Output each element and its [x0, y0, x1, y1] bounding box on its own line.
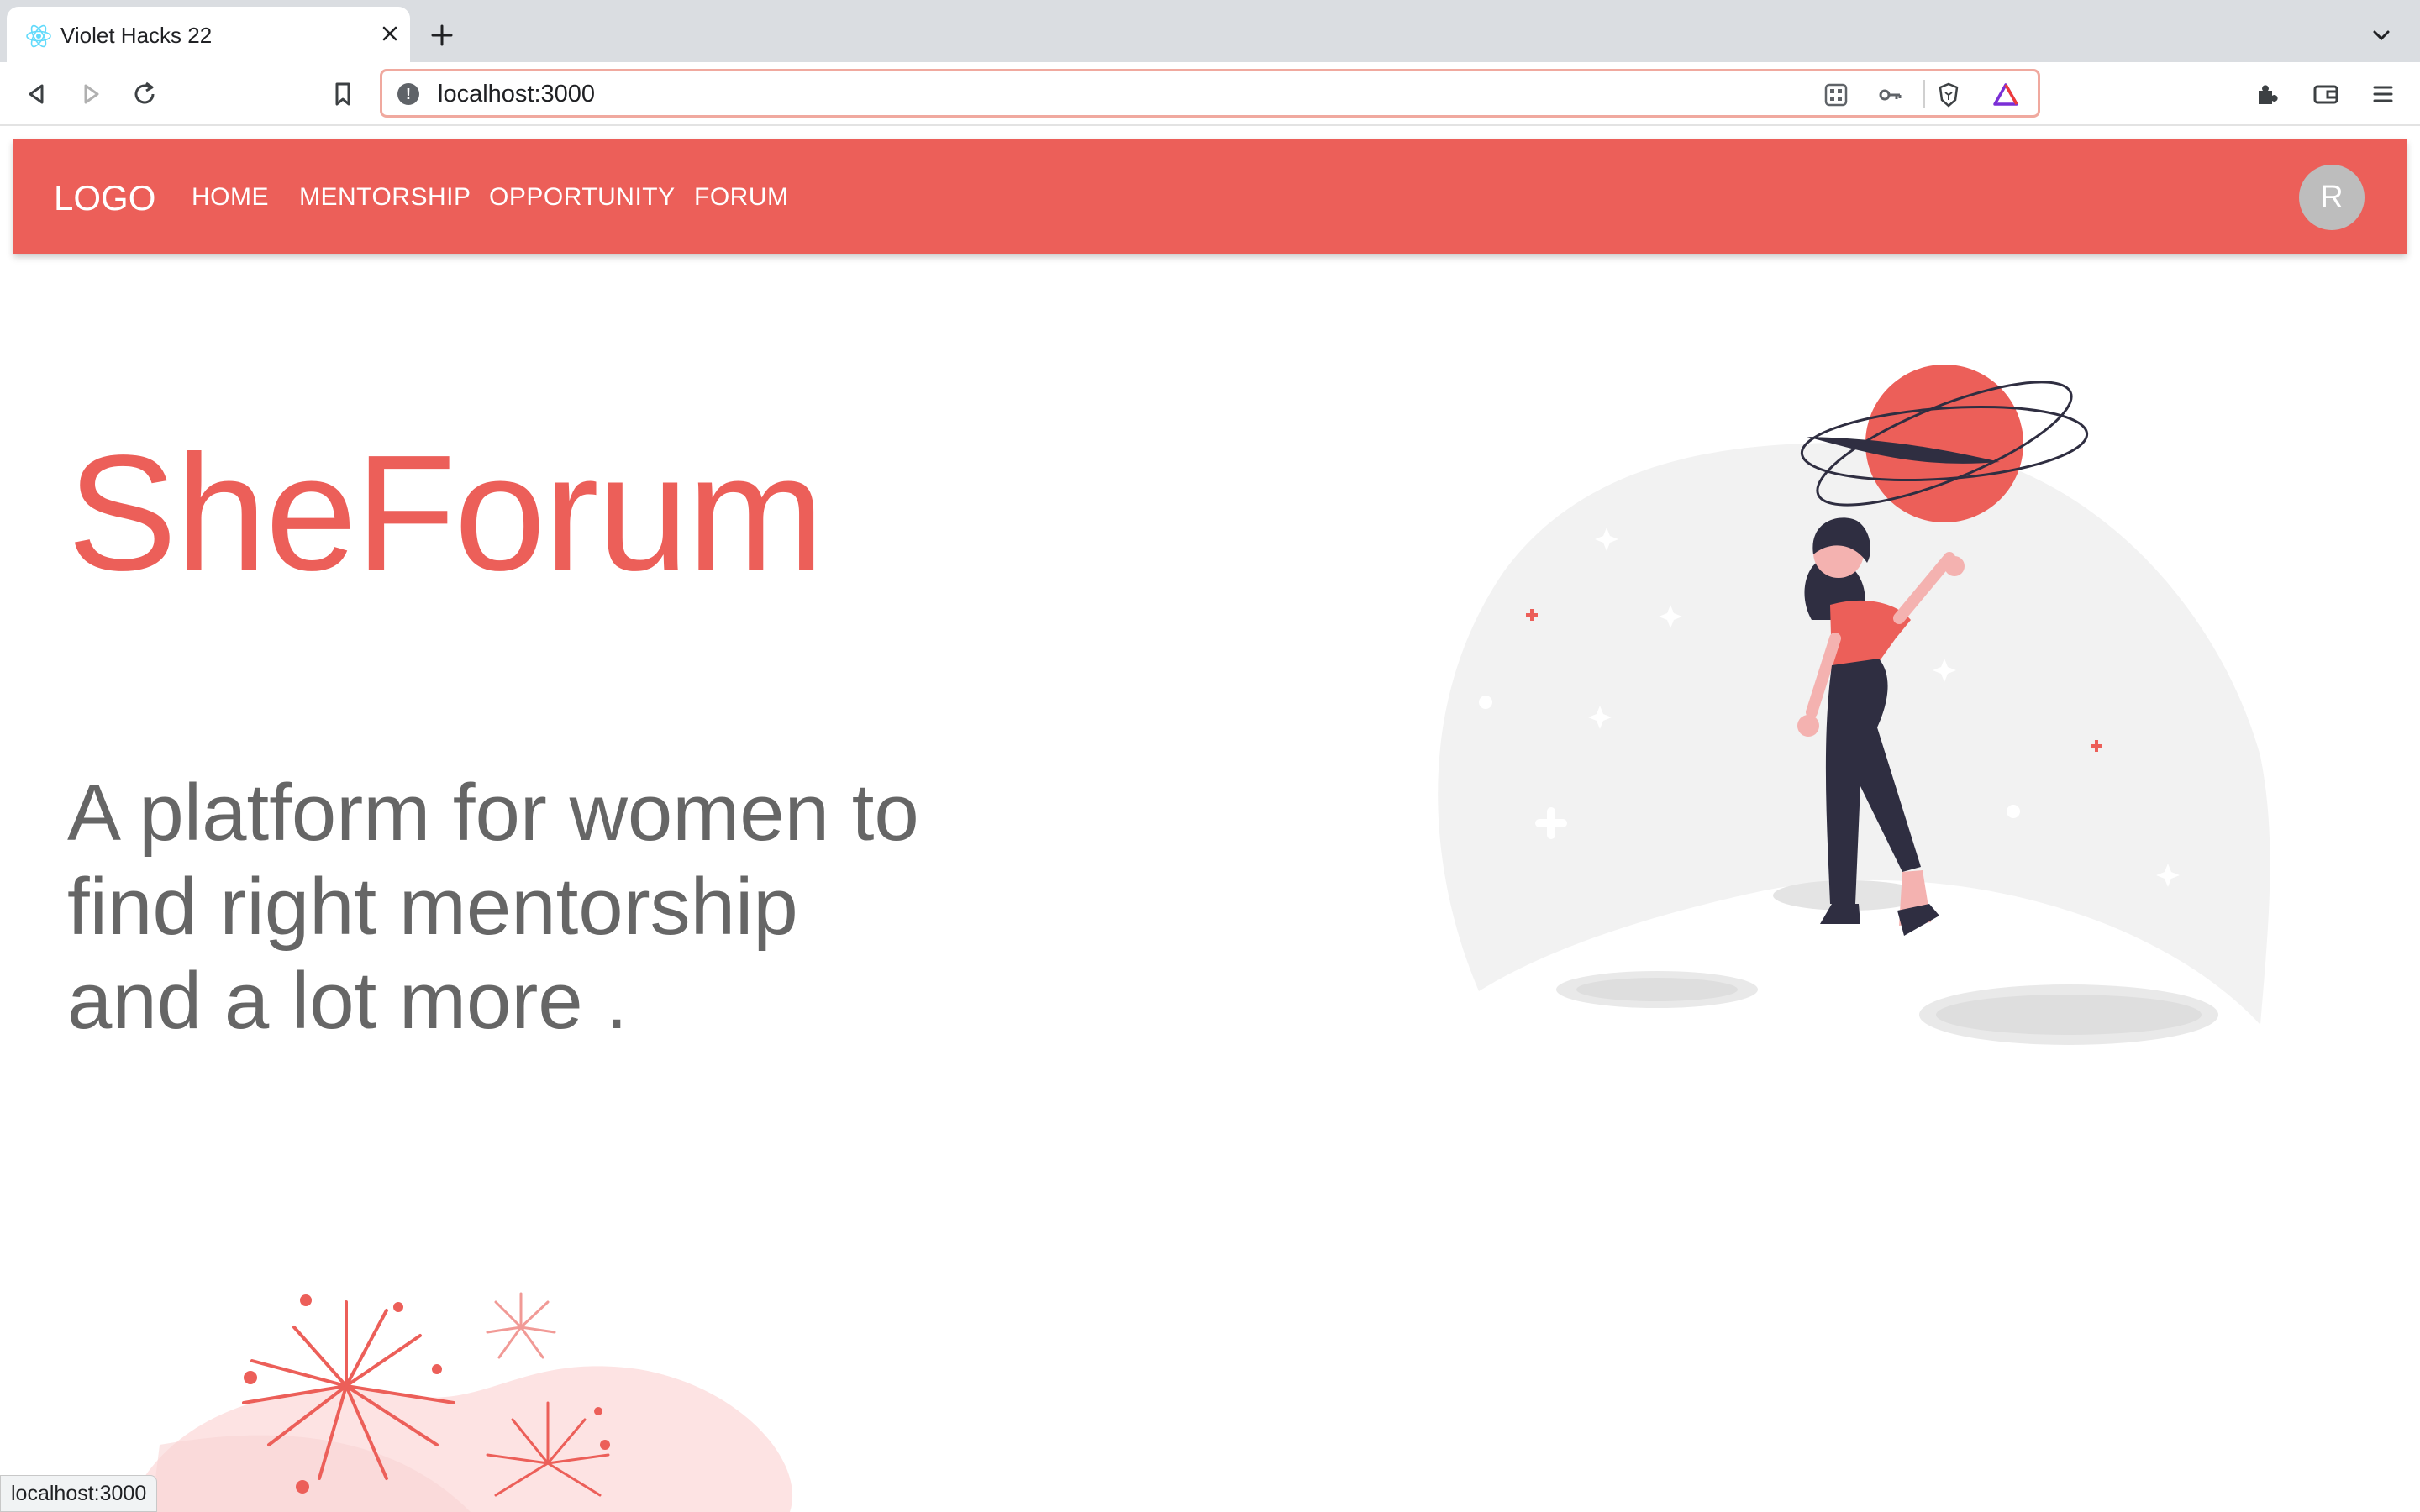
nav-link-forum[interactable]: FORUM [694, 183, 788, 212]
tab-strip: Violet Hacks 22 [0, 0, 2420, 62]
nav-link-mentorship[interactable]: MENTORSHIP [299, 183, 471, 212]
hero-subtitle-line: A platform for women to [67, 768, 919, 858]
url-text[interactable]: localhost:3000 [438, 81, 595, 108]
forward-icon[interactable] [76, 79, 106, 109]
qr-code-icon[interactable] [1823, 81, 1849, 108]
site-info-icon[interactable]: ! [397, 83, 419, 105]
avatar[interactable]: R [2299, 165, 2365, 230]
menu-icon[interactable] [2368, 79, 2398, 109]
extensions-icon[interactable] [2252, 79, 2282, 109]
hero-subtitle: A platform for women to find right mento… [67, 766, 1042, 1048]
hero-subtitle-line: find right mentorship [67, 862, 798, 952]
brave-rewards-icon[interactable] [1992, 81, 2019, 108]
page-title: SheForum [67, 421, 824, 605]
site-navbar: LOGO HOME MENTORSHIP OPPORTUNITY FORUM R [13, 139, 2407, 254]
nav-link-opportunity[interactable]: OPPORTUNITY [489, 183, 676, 212]
react-icon [26, 24, 51, 48]
address-bar[interactable]: ! localhost:3000 [380, 69, 2040, 118]
chevron-down-icon[interactable] [2370, 24, 2393, 47]
new-tab-icon[interactable] [429, 22, 455, 49]
site-logo[interactable]: LOGO [54, 178, 155, 218]
reload-icon[interactable] [129, 79, 160, 109]
status-url: localhost:3000 [0, 1475, 158, 1512]
browser-tab[interactable]: Violet Hacks 22 [7, 7, 410, 62]
back-icon[interactable] [22, 79, 52, 109]
close-icon[interactable] [376, 20, 403, 47]
key-icon[interactable] [1876, 81, 1903, 108]
brave-shield-icon[interactable] [1935, 81, 1962, 108]
browser-toolbar: ! localhost:3000 [0, 62, 2420, 126]
wallet-icon[interactable] [2311, 79, 2341, 109]
bookmark-icon[interactable] [328, 79, 358, 109]
woman-with-planet-illustration [1438, 365, 2270, 1045]
omnibox-divider [1923, 80, 1925, 108]
tab-title: Violet Hacks 22 [60, 23, 213, 48]
hero-subtitle-line: and a lot more . [67, 956, 629, 1046]
nav-link-home[interactable]: HOME [192, 183, 269, 212]
fireworks-illustration [50, 1292, 793, 1512]
